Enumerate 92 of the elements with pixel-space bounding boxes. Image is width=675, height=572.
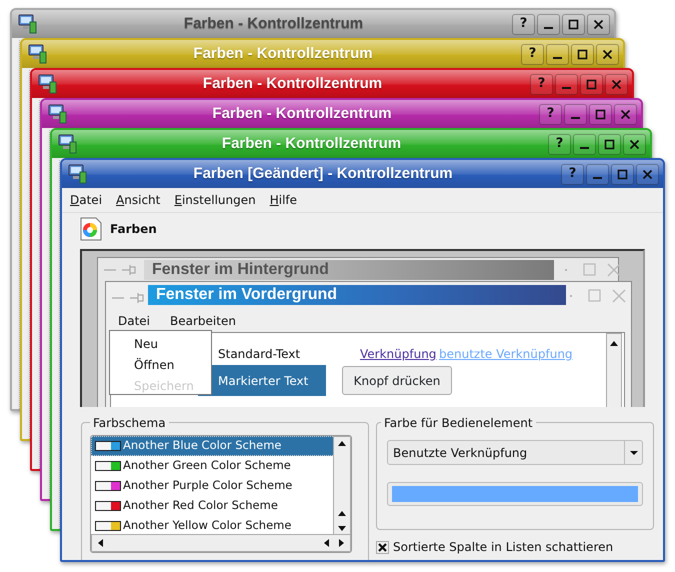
minimize-button[interactable] (546, 44, 569, 64)
list-item[interactable]: Another Yellow Color Scheme (91, 516, 337, 536)
minimize-icon (562, 86, 571, 88)
menu-item[interactable]: Öffnen (134, 355, 174, 376)
left-arrow-icon[interactable] (322, 538, 330, 548)
menu-item[interactable]: Hilfe (270, 191, 298, 209)
minimize-icon (593, 176, 602, 178)
minimize-button[interactable] (537, 14, 560, 34)
menu-item[interactable]: Einstellungen (174, 191, 256, 209)
help-button[interactable]: ? (539, 104, 562, 124)
maximize-button[interactable] (589, 104, 612, 124)
window-title: Fenster im Hintergrund (144, 260, 554, 280)
close-button[interactable] (605, 74, 628, 94)
window-title: Farben - Kontrollzentrum (211, 104, 393, 124)
close-icon (611, 78, 622, 90)
help-button[interactable]: ? (521, 44, 544, 64)
close-button[interactable] (587, 14, 610, 34)
help-button[interactable]: ? (548, 134, 571, 154)
module-title: Farben (110, 221, 157, 238)
maximize-icon (577, 48, 588, 60)
menu-item[interactable]: Datei (70, 191, 102, 209)
maximize-button[interactable] (598, 134, 621, 154)
maximize-button[interactable] (611, 164, 634, 184)
computer-icon (58, 134, 77, 154)
close-button[interactable] (623, 134, 646, 154)
up-arrow-icon[interactable] (609, 339, 619, 347)
minimize-icon (544, 26, 553, 28)
maximize-icon (604, 138, 615, 150)
color-swatch-icon (95, 481, 121, 491)
close-icon (602, 48, 613, 60)
list-item[interactable]: Another Red Color Scheme (91, 496, 337, 516)
help-button[interactable]: ? (561, 164, 584, 184)
computer-icon (18, 14, 37, 34)
color-wheel-icon (80, 217, 102, 241)
checkbox-label: Sortierte Spalte in Listen schattieren (393, 539, 614, 556)
scrollbar[interactable] (333, 436, 351, 536)
window-title: Farben - Kontrollzentrum (182, 14, 364, 34)
left-arrow-icon[interactable] (96, 538, 104, 548)
maximize-button[interactable] (580, 74, 603, 94)
menu-item[interactable]: Bearbeiten (170, 312, 236, 330)
minimize-icon (553, 56, 562, 58)
color-swatch-icon (95, 461, 121, 471)
close-button[interactable] (596, 44, 619, 64)
computer-icon (38, 74, 57, 94)
menu-item[interactable]: Datei (118, 312, 150, 330)
minimize-button[interactable] (586, 164, 609, 184)
color-swatch-icon (95, 441, 121, 451)
color-swatch-icon (95, 501, 121, 511)
down-arrow-icon[interactable] (337, 525, 347, 533)
minimize-button[interactable] (555, 74, 578, 94)
caret-icon (628, 450, 638, 456)
list-item[interactable]: Another Green Color Scheme (91, 456, 337, 476)
list-item[interactable]: Another Purple Color Scheme (91, 476, 337, 496)
maximize-icon (595, 108, 606, 120)
maximize-icon (586, 78, 597, 90)
color-button[interactable] (387, 482, 643, 506)
standard-text: Standard-Text (218, 346, 300, 363)
dropdown[interactable]: Benutzte Verknüpfung (387, 440, 643, 465)
up-arrow-icon[interactable] (337, 509, 347, 517)
window-title: Fenster im Vordergrund (148, 285, 566, 305)
minimize-button[interactable] (564, 104, 587, 124)
color-swatch-icon (95, 521, 121, 531)
menu-item[interactable]: Neu (134, 334, 158, 355)
close-icon (629, 138, 640, 150)
maximize-icon (568, 18, 579, 30)
window-title: Farben - Kontrollzentrum (192, 44, 374, 64)
menu-item[interactable]: Ansicht (116, 191, 160, 209)
push-button[interactable]: Knopf drücken (342, 366, 452, 395)
up-arrow-icon[interactable] (337, 439, 347, 447)
close-icon (642, 168, 653, 180)
right-arrow-icon[interactable] (338, 538, 346, 548)
computer-icon (68, 164, 87, 184)
help-button[interactable]: ? (512, 14, 535, 34)
link[interactable]: Verknüpfung (360, 345, 436, 363)
window-title: Farben - Kontrollzentrum (220, 134, 402, 154)
window-title: Farben [Geändert] - Kontrollzentrum (192, 164, 454, 184)
window-title: Farben - Kontrollzentrum (202, 74, 384, 94)
minimize-icon (571, 116, 580, 118)
close-icon (593, 18, 604, 30)
maximize-button[interactable] (571, 44, 594, 64)
close-icon (620, 108, 631, 120)
help-button[interactable]: ? (530, 74, 553, 94)
checkbox[interactable] (376, 540, 389, 554)
computer-icon (48, 104, 67, 124)
scrollbar[interactable] (91, 534, 351, 552)
minimize-icon (580, 146, 589, 148)
maximize-button[interactable] (562, 14, 585, 34)
minimize-button[interactable] (573, 134, 596, 154)
close-button[interactable] (636, 164, 659, 184)
computer-icon (28, 44, 47, 64)
maximize-icon (617, 168, 628, 180)
close-button[interactable] (614, 104, 637, 124)
